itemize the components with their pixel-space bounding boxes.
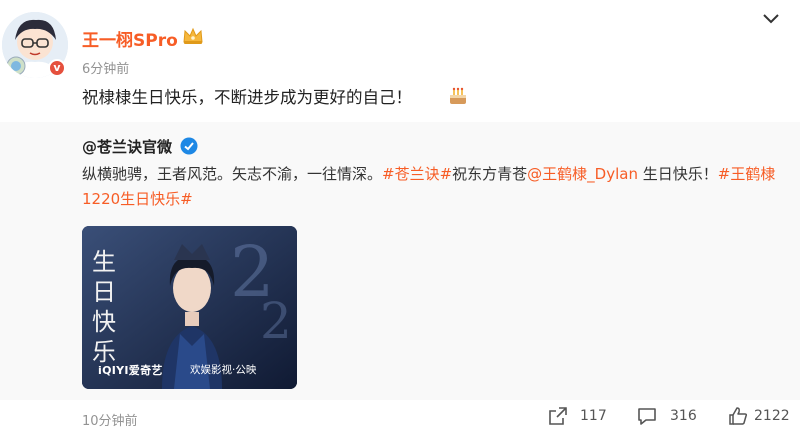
text-segment: 祝东方青苍 [452, 165, 528, 183]
comment-icon [638, 408, 656, 425]
svg-text:生: 生 [92, 248, 116, 276]
cake-icon [450, 87, 466, 104]
original-author[interactable]: @苍兰诀官微 [82, 136, 172, 157]
repost-button[interactable]: 117 [548, 404, 610, 430]
svg-text:日: 日 [92, 278, 116, 306]
like-count: 2122 [754, 408, 790, 424]
studio-logo: 欢娱影视·公映 [190, 364, 257, 376]
original-text: 纵横驰骋，王者风范。矢志不渝，一往情深。#苍兰诀#祝东方青苍@王鹤棣_Dylan… [82, 162, 782, 212]
crown-icon[interactable] [182, 26, 204, 46]
mention-link[interactable]: @王鹤棣_Dylan [527, 165, 638, 183]
text-segment: 纵横驰骋，王者风范。矢志不渝，一往情深。 [82, 165, 383, 183]
repost-count: 117 [580, 408, 607, 424]
chevron-down-icon[interactable] [762, 12, 780, 26]
verified-icon: v [48, 59, 66, 77]
share-icon [549, 407, 567, 425]
hashtag-link[interactable]: #苍兰诀# [382, 165, 452, 183]
post-time[interactable]: 6分钟前 [82, 58, 129, 77]
svg-text:快: 快 [92, 308, 116, 336]
like-button[interactable]: 2122 [728, 404, 792, 430]
iqiyi-logo: iQIYI爱奇艺 [98, 364, 163, 377]
post-text: 祝棣棣生日快乐，不断进步成为更好的自己！ [82, 88, 412, 107]
verified-blue-icon [180, 137, 198, 155]
comment-count: 316 [670, 408, 697, 424]
text-segment: 生日快乐！ [637, 165, 718, 183]
username[interactable]: 王一栩SPro [82, 26, 178, 51]
comment-button[interactable]: 316 [637, 404, 699, 430]
thumbs-up-icon [729, 407, 748, 425]
svg-text:2: 2 [260, 292, 292, 350]
repost-time[interactable]: 10分钟前 [82, 410, 138, 429]
